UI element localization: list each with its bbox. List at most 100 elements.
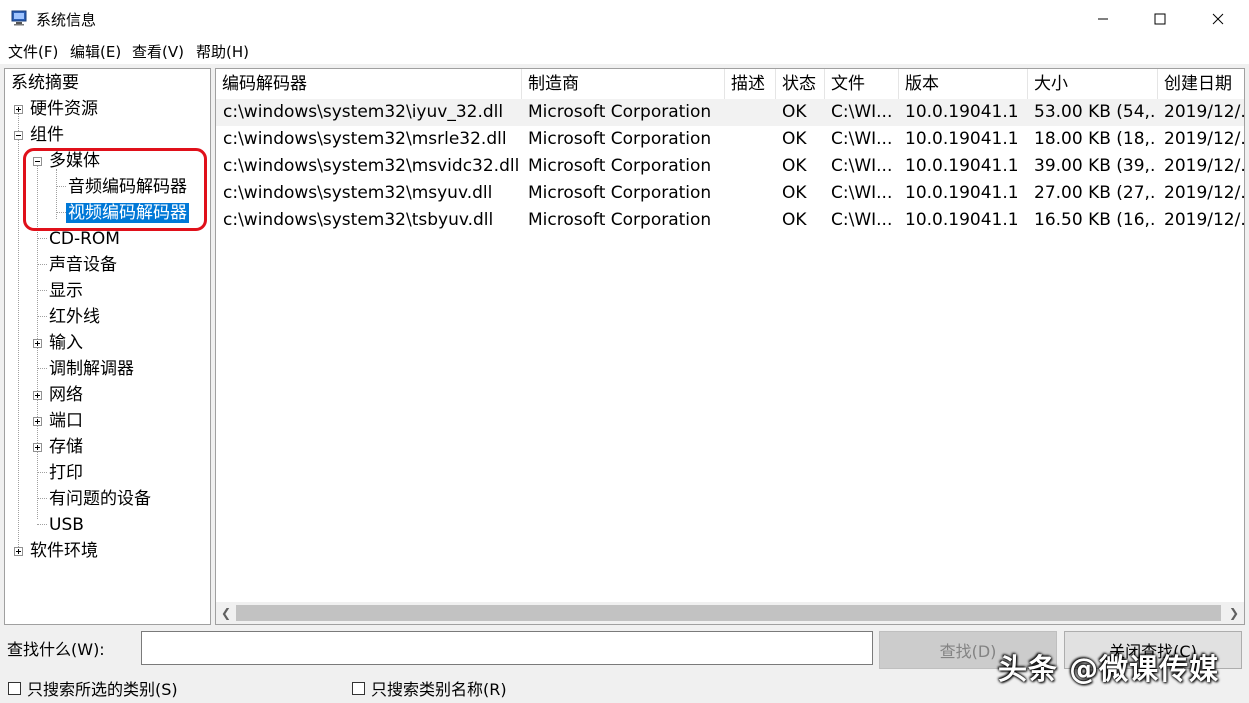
table-row[interactable]: c:\windows\system32\msyuv.dll Microsoft … xyxy=(216,180,1244,207)
expand-ports-icon[interactable] xyxy=(33,417,42,426)
tree-connector xyxy=(37,264,47,265)
column-header-created[interactable]: 创建日期 xyxy=(1158,69,1244,99)
tree-item-display[interactable]: 显示 xyxy=(49,279,83,303)
column-header-description[interactable]: 描述 xyxy=(725,69,776,99)
column-header-file[interactable]: 文件 xyxy=(825,69,899,99)
tree-item-components[interactable]: 组件 xyxy=(30,123,64,147)
cell-version: 10.0.19041.1 xyxy=(905,156,1019,176)
column-header-version[interactable]: 版本 xyxy=(899,69,1028,99)
tree-connector xyxy=(37,472,47,473)
cell-size: 18.00 KB (18,... xyxy=(1034,129,1157,149)
scroll-left-icon[interactable]: ❮ xyxy=(216,602,236,624)
close-button[interactable] xyxy=(1189,0,1247,38)
column-header-size[interactable]: 大小 xyxy=(1028,69,1158,99)
title-bar: 系统信息 xyxy=(0,0,1249,38)
tree-item-usb[interactable]: USB xyxy=(49,513,84,537)
tree-connector xyxy=(37,368,47,369)
cell-version: 10.0.19041.1 xyxy=(905,102,1019,122)
horizontal-scrollbar[interactable]: ❮ ❯ xyxy=(216,602,1244,624)
close-icon xyxy=(1212,13,1224,25)
tree-item-network[interactable]: 网络 xyxy=(49,383,83,407)
tree-item-problem-devices[interactable]: 有问题的设备 xyxy=(49,487,151,511)
cell-version: 10.0.19041.1 xyxy=(905,183,1019,203)
table-row[interactable]: c:\windows\system32\msrle32.dll Microsof… xyxy=(216,126,1244,153)
minimize-button[interactable] xyxy=(1074,0,1132,38)
tree-item-storage[interactable]: 存储 xyxy=(49,435,83,459)
cell-version: 10.0.19041.1 xyxy=(905,210,1019,230)
cell-codec: c:\windows\system32\msrle32.dll xyxy=(223,129,507,149)
tree-item-software-environment[interactable]: 软件环境 xyxy=(30,539,98,563)
column-header-codec[interactable]: 编码解码器 xyxy=(216,69,522,99)
expand-input-icon[interactable] xyxy=(33,339,42,348)
cell-manufacturer: Microsoft Corporation xyxy=(528,183,712,203)
cell-file: C:\WI... xyxy=(831,102,893,122)
tree-item-infrared[interactable]: 红外线 xyxy=(49,305,100,329)
red-highlight-annotation xyxy=(23,148,207,231)
search-category-names-label: 只搜索类别名称(R) xyxy=(371,680,507,699)
expand-hardware-icon[interactable] xyxy=(14,105,23,114)
codec-list[interactable]: 编码解码器 制造商 描述 状态 文件 版本 大小 创建日期 c:\windows… xyxy=(215,68,1245,625)
table-row[interactable]: c:\windows\system32\msvidc32.dll Microso… xyxy=(216,153,1244,180)
cell-status: OK xyxy=(782,156,807,176)
cell-manufacturer: Microsoft Corporation xyxy=(528,129,712,149)
checkbox-icon xyxy=(352,681,365,695)
menu-view[interactable]: 查看(V) xyxy=(132,41,184,62)
cell-manufacturer: Microsoft Corporation xyxy=(528,210,712,230)
maximize-icon xyxy=(1154,13,1166,25)
tree-item-modem[interactable]: 调制解调器 xyxy=(49,357,134,381)
cell-codec: c:\windows\system32\tsbyuv.dll xyxy=(223,210,494,230)
window-title: 系统信息 xyxy=(36,11,97,29)
search-selected-category-label: 只搜索所选的类别(S) xyxy=(27,680,178,699)
tree-connector xyxy=(18,105,19,553)
cell-created: 2019/12/... xyxy=(1164,156,1244,176)
tree-connector xyxy=(37,238,47,239)
cell-file: C:\WI... xyxy=(831,210,893,230)
expand-network-icon[interactable] xyxy=(33,391,42,400)
search-category-names-checkbox[interactable]: 只搜索类别名称(R) xyxy=(352,676,507,700)
scrollbar-thumb[interactable] xyxy=(236,605,1221,621)
find-what-label: 查找什么(W): xyxy=(7,640,105,659)
cell-status: OK xyxy=(782,183,807,203)
column-header-status[interactable]: 状态 xyxy=(776,69,825,99)
tree-item-ports[interactable]: 端口 xyxy=(49,409,83,433)
menu-edit[interactable]: 编辑(E) xyxy=(70,41,121,62)
cell-version: 10.0.19041.1 xyxy=(905,129,1019,149)
find-what-input[interactable] xyxy=(141,631,873,665)
menu-help[interactable]: 帮助(H) xyxy=(196,41,249,62)
watermark: 头条 @微课传媒 xyxy=(998,652,1220,686)
tree-item-sound-devices[interactable]: 声音设备 xyxy=(49,253,117,277)
table-row[interactable]: c:\windows\system32\tsbyuv.dll Microsoft… xyxy=(216,207,1244,234)
table-row[interactable]: c:\windows\system32\iyuv_32.dll Microsof… xyxy=(216,99,1244,126)
tree-item-input[interactable]: 输入 xyxy=(49,331,83,355)
category-tree[interactable]: 系统摘要 硬件资源 组件 多媒体 音频编码解码器 视频编码解码器 CD-ROM … xyxy=(4,68,211,625)
tree-item-printing[interactable]: 打印 xyxy=(49,461,83,485)
cell-codec: c:\windows\system32\iyuv_32.dll xyxy=(223,102,504,122)
menu-file[interactable]: 文件(F) xyxy=(8,41,58,62)
tree-connector xyxy=(37,290,47,291)
expand-storage-icon[interactable] xyxy=(33,443,42,452)
system-info-monitor-icon xyxy=(11,10,27,26)
cell-size: 39.00 KB (39,... xyxy=(1034,156,1157,176)
tree-item-hardware-resources[interactable]: 硬件资源 xyxy=(30,97,98,121)
minimize-icon xyxy=(1098,18,1108,20)
cell-size: 16.50 KB (16,... xyxy=(1034,210,1157,230)
cell-file: C:\WI... xyxy=(831,183,893,203)
cell-created: 2019/12/... xyxy=(1164,210,1244,230)
collapse-components-icon[interactable] xyxy=(14,131,23,140)
tree-connector xyxy=(37,524,47,525)
cell-file: C:\WI... xyxy=(831,156,893,176)
tree-item-system-summary[interactable]: 系统摘要 xyxy=(11,71,79,95)
cell-file: C:\WI... xyxy=(831,129,893,149)
cell-status: OK xyxy=(782,102,807,122)
menu-bar: 文件(F) 编辑(E) 查看(V) 帮助(H) xyxy=(0,38,1249,64)
column-header-manufacturer[interactable]: 制造商 xyxy=(522,69,725,99)
expand-software-icon[interactable] xyxy=(14,547,23,556)
cell-size: 27.00 KB (27,... xyxy=(1034,183,1157,203)
cell-status: OK xyxy=(782,210,807,230)
cell-manufacturer: Microsoft Corporation xyxy=(528,102,712,122)
checkbox-icon xyxy=(8,681,21,695)
cell-created: 2019/12/... xyxy=(1164,183,1244,203)
search-selected-category-checkbox[interactable]: 只搜索所选的类别(S) xyxy=(8,676,178,700)
scroll-right-icon[interactable]: ❯ xyxy=(1224,602,1244,624)
maximize-button[interactable] xyxy=(1131,0,1189,38)
